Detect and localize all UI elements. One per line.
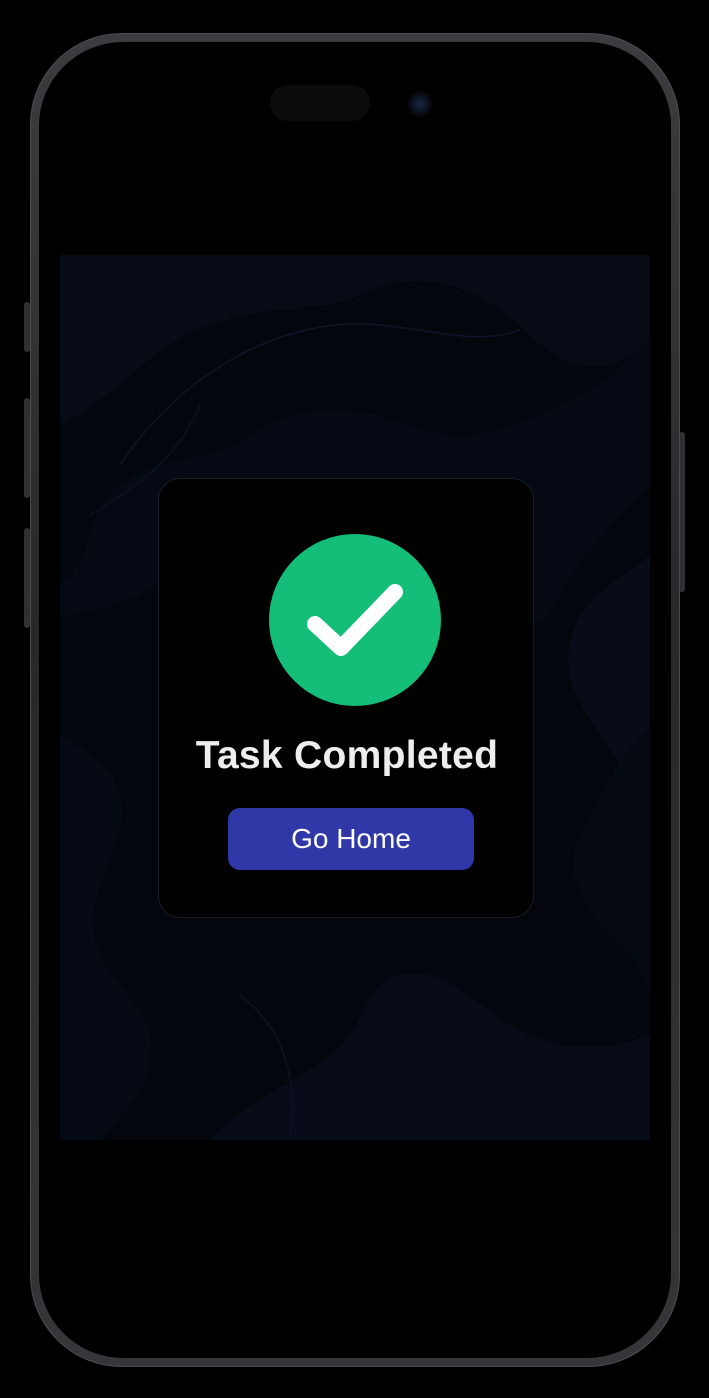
dialog-title: Task Completed [195, 734, 499, 777]
completion-dialog: Task Completed Go Home [158, 478, 534, 918]
check-icon [307, 584, 403, 656]
success-badge [269, 534, 441, 706]
dynamic-island [270, 85, 370, 121]
go-home-button[interactable]: Go Home [228, 808, 474, 870]
device-mockup: Task Completed Go Home [0, 0, 709, 1398]
front-camera-icon [407, 91, 433, 117]
